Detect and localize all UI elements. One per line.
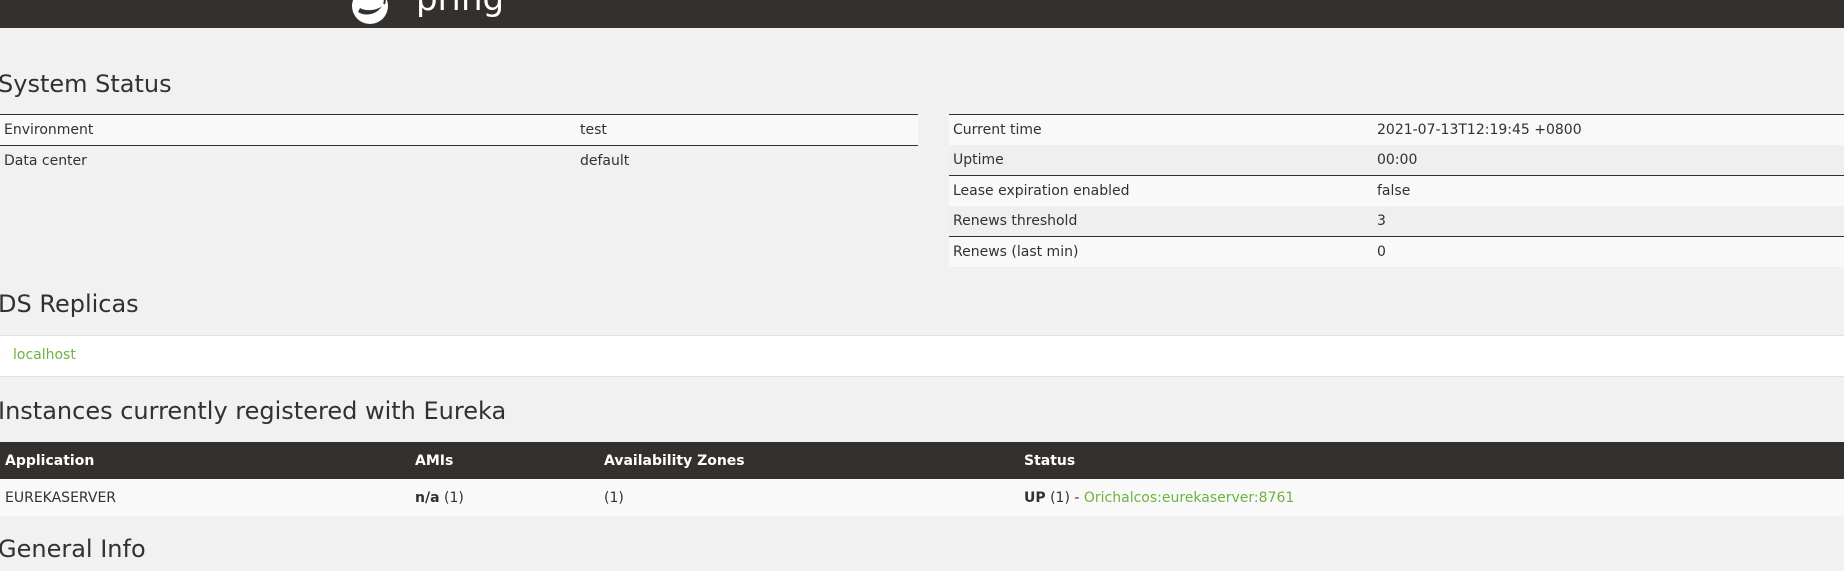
table-row: Data center default	[0, 145, 918, 176]
environment-label: Environment	[4, 122, 94, 138]
renews-last-min-value: 0	[1377, 244, 1386, 260]
instance-link[interactable]: Orichalcos:eurekaserver:8761	[1084, 490, 1294, 506]
table-row: Uptime 00:00	[949, 145, 1844, 176]
table-row: EUREKASERVER n/a (1) (1) UP (1) - Oricha…	[0, 479, 1844, 516]
application-name: EUREKASERVER	[5, 489, 117, 506]
status-value: UP	[1024, 489, 1046, 506]
instances-header-row: Application AMIs Availability Zones Stat…	[0, 442, 1844, 479]
current-time-label: Current time	[953, 122, 1042, 138]
column-header-application: Application	[0, 442, 410, 479]
brand-logo-text: pring	[416, 0, 504, 16]
instances-table: Application AMIs Availability Zones Stat…	[0, 442, 1844, 516]
ami-value: n/a	[415, 489, 440, 506]
environment-value: test	[580, 122, 607, 138]
column-header-availability-zones: Availability Zones	[599, 442, 1019, 479]
ds-replicas-heading: DS Replicas	[0, 290, 139, 318]
system-status-left-table: Environment test Data center default	[0, 114, 918, 176]
general-info-heading: General Info	[0, 535, 146, 563]
replica-link-localhost[interactable]: localhost	[13, 347, 76, 363]
lease-expiration-label: Lease expiration enabled	[953, 183, 1130, 199]
data-center-value: default	[580, 153, 630, 169]
top-navbar: pring	[0, 0, 1844, 28]
column-header-amis: AMIs	[410, 442, 599, 479]
renews-threshold-value: 3	[1377, 213, 1386, 229]
data-center-label: Data center	[4, 153, 87, 169]
table-row: Current time 2021-07-13T12:19:45 +0800	[949, 114, 1844, 145]
table-row: Lease expiration enabled false	[949, 175, 1844, 206]
ami-count: (1)	[439, 489, 464, 506]
table-row: Environment test	[0, 114, 918, 146]
table-row: Renews (last min) 0	[949, 236, 1844, 267]
ds-replicas-list: localhost	[0, 335, 1844, 377]
renews-last-min-label: Renews (last min)	[953, 244, 1079, 260]
system-status-heading: System Status	[0, 70, 172, 98]
lease-expiration-value: false	[1377, 183, 1411, 199]
spring-logo-icon[interactable]	[350, 0, 390, 26]
uptime-value: 00:00	[1377, 152, 1418, 168]
availability-zones-count: (1)	[599, 479, 1019, 516]
uptime-label: Uptime	[953, 152, 1004, 168]
column-header-status: Status	[1019, 442, 1844, 479]
current-time-value: 2021-07-13T12:19:45 +0800	[1377, 122, 1582, 138]
system-status-right-table: Current time 2021-07-13T12:19:45 +0800 U…	[949, 114, 1844, 267]
instances-heading: Instances currently registered with Eure…	[0, 397, 507, 425]
table-row: Renews threshold 3	[949, 206, 1844, 237]
renews-threshold-label: Renews threshold	[953, 213, 1078, 229]
status-count: (1) -	[1045, 489, 1084, 506]
